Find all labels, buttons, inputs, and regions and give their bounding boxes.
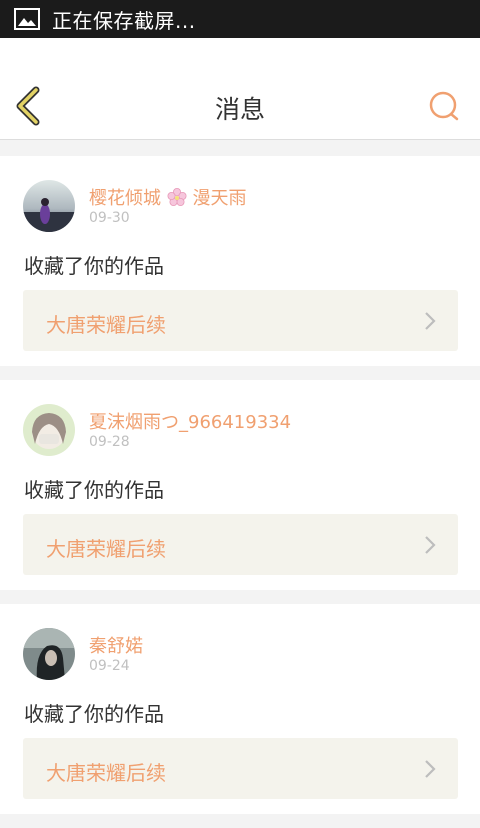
action-text: 收藏了你的作品 (24, 702, 164, 726)
status-bar: 正在保存截屏... (0, 0, 480, 38)
avatar[interactable] (23, 180, 75, 232)
avatar[interactable] (23, 404, 75, 456)
work-title: 大唐荣耀后续 (46, 537, 166, 561)
action-text: 收藏了你的作品 (24, 478, 164, 502)
message-card: 秦舒婼 09-24 收藏了你的作品 大唐荣耀后续 (0, 604, 480, 814)
chevron-right-icon (425, 312, 436, 330)
cherry-blossom-icon (167, 188, 187, 206)
search-icon[interactable] (428, 90, 460, 122)
work-link[interactable]: 大唐荣耀后续 (23, 514, 458, 575)
username[interactable]: 秦舒婼 (89, 632, 143, 658)
message-card: 樱花倾城 漫天雨 09-30 收藏了你的作品 大唐荣耀后续 (0, 156, 480, 366)
header-bar: 消息 (0, 38, 480, 140)
work-link[interactable]: 大唐荣耀后续 (23, 738, 458, 799)
status-text: 正在保存截屏... (52, 8, 196, 33)
action-text: 收藏了你的作品 (24, 254, 164, 278)
timestamp: 09-28 (89, 434, 130, 450)
username[interactable]: 樱花倾城 漫天雨 (89, 184, 246, 210)
work-title: 大唐荣耀后续 (46, 761, 166, 785)
chevron-right-icon (425, 760, 436, 778)
username[interactable]: 夏沫烟雨つ_966419334 (89, 408, 291, 434)
page-title: 消息 (214, 95, 265, 124)
work-link[interactable]: 大唐荣耀后续 (23, 290, 458, 351)
work-title: 大唐荣耀后续 (46, 313, 166, 337)
timestamp: 09-30 (89, 210, 130, 226)
image-icon (14, 8, 40, 30)
avatar[interactable] (23, 628, 75, 680)
message-list: 樱花倾城 漫天雨 09-30 收藏了你的作品 大唐荣耀后续 夏沫烟雨つ_9664… (0, 156, 480, 828)
chevron-right-icon (425, 536, 436, 554)
timestamp: 09-24 (89, 658, 130, 674)
message-card: 夏沫烟雨つ_966419334 09-28 收藏了你的作品 大唐荣耀后续 (0, 380, 480, 590)
